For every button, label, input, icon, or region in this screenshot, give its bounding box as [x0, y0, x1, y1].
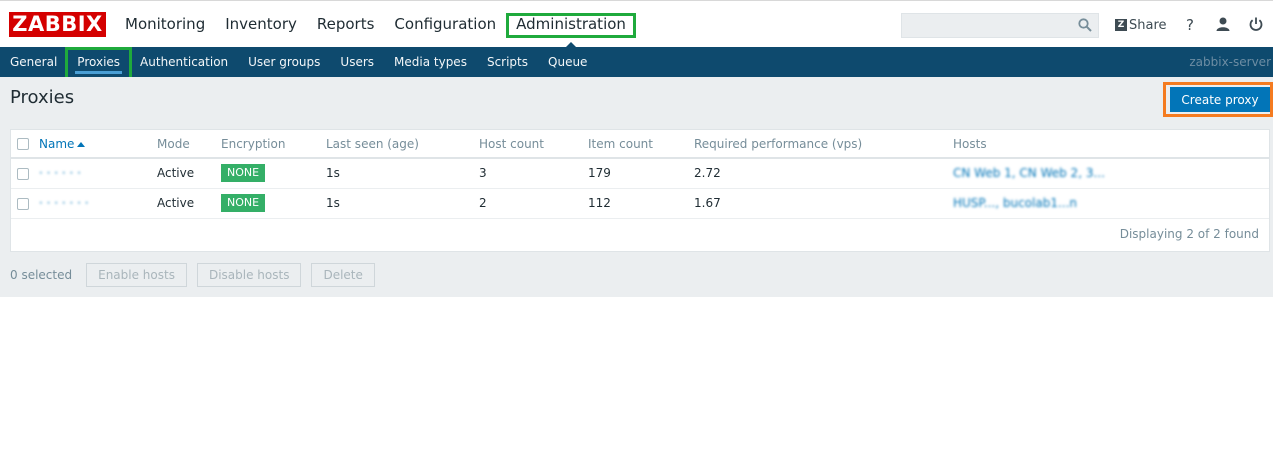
subnav-user-groups[interactable]: User groups — [238, 47, 330, 77]
delete-button[interactable]: Delete — [311, 263, 375, 287]
content-area: Proxies Create proxy Name Mode Encryptio… — [0, 77, 1273, 297]
main-nav-monitoring[interactable]: Monitoring — [115, 1, 215, 48]
create-proxy-button[interactable]: Create proxy — [1170, 87, 1270, 112]
table-header-row: Name Mode Encryption Last seen (age) Hos… — [11, 130, 1269, 159]
proxy-mode: Active — [157, 158, 221, 189]
table-row: · · · · · · Active NONE 1s 3 179 2.72 CN… — [11, 158, 1269, 189]
zabbix-page: ZABBIX Monitoring Inventory Reports Conf… — [0, 0, 1273, 460]
proxies-highlight-box — [65, 47, 133, 81]
column-header-last-seen: Last seen (age) — [326, 130, 479, 159]
table-row: · · · · · · · Active NONE 1s 2 112 1.67 … — [11, 188, 1269, 219]
subnav-general[interactable]: General — [0, 47, 67, 77]
user-icon[interactable] — [1215, 16, 1231, 34]
column-header-mode: Mode — [157, 130, 221, 159]
help-icon[interactable]: ? — [1182, 16, 1198, 34]
zabbix-logo[interactable]: ZABBIX — [9, 12, 106, 37]
main-nav: Monitoring Inventory Reports Configurati… — [115, 1, 636, 48]
row-checkbox[interactable] — [17, 167, 29, 180]
main-nav-configuration[interactable]: Configuration — [384, 1, 506, 48]
table-footer-count: Displaying 2 of 2 found — [1119, 227, 1259, 241]
share-label: Share — [1129, 17, 1167, 33]
selected-count: 0 selected — [10, 268, 73, 282]
proxies-table-container: Name Mode Encryption Last seen (age) Hos… — [10, 129, 1270, 252]
proxy-name-link[interactable]: · · · · · · — [39, 166, 81, 180]
search-icon[interactable] — [1078, 18, 1092, 32]
proxy-last-seen: 1s — [326, 188, 479, 219]
column-header-hosts: Hosts — [953, 130, 1269, 159]
subnav-authentication[interactable]: Authentication — [130, 47, 238, 77]
share-z-icon: Z — [1115, 19, 1127, 31]
proxy-host-count: 2 — [479, 188, 588, 219]
subnav-media-types[interactable]: Media types — [384, 47, 477, 77]
subnav-users[interactable]: Users — [330, 47, 384, 77]
proxy-required-performance: 2.72 — [694, 158, 953, 189]
column-header-encryption: Encryption — [221, 130, 326, 159]
subnav-proxies[interactable]: Proxies — [65, 47, 133, 81]
proxy-host-count: 3 — [479, 158, 588, 189]
select-all-checkbox[interactable] — [17, 138, 29, 150]
proxies-table: Name Mode Encryption Last seen (age) Hos… — [11, 130, 1269, 219]
proxy-mode: Active — [157, 188, 221, 219]
proxy-name-link[interactable]: · · · · · · · — [39, 196, 89, 210]
column-name-label[interactable]: Name — [39, 137, 74, 151]
mass-actions-bar: 0 selected Enable hosts Disable hosts De… — [0, 263, 385, 287]
encryption-badge[interactable]: NONE — [221, 194, 266, 212]
column-header-item-count: Item count — [588, 130, 694, 159]
column-header-required-performance: Required performance (vps) — [694, 130, 953, 159]
sort-asc-icon — [77, 141, 86, 147]
proxy-hosts-links[interactable]: HUSP..., bucolab1...n — [953, 196, 1077, 210]
proxy-required-performance: 1.67 — [694, 188, 953, 219]
page-title: Proxies — [10, 87, 75, 108]
proxy-item-count: 112 — [588, 188, 694, 219]
search-input[interactable] — [901, 13, 1099, 38]
enable-hosts-button[interactable]: Enable hosts — [86, 263, 187, 287]
row-checkbox[interactable] — [17, 197, 29, 210]
share-button[interactable]: Z Share — [1115, 17, 1167, 33]
column-header-name[interactable]: Name — [39, 130, 157, 159]
proxy-hosts-links[interactable]: CN Web 1, CN Web 2, 3... — [953, 166, 1105, 180]
power-icon[interactable] — [1248, 16, 1264, 34]
proxy-item-count: 179 — [588, 158, 694, 189]
top-header: ZABBIX Monitoring Inventory Reports Conf… — [0, 0, 1273, 48]
main-nav-inventory[interactable]: Inventory — [215, 1, 307, 48]
encryption-badge[interactable]: NONE — [221, 164, 266, 183]
main-nav-administration[interactable]: Administration — [506, 1, 636, 48]
sub-nav: General Proxies Authentication User grou… — [0, 47, 1273, 81]
administration-highlight-box — [506, 13, 636, 38]
proxies-active-underline — [75, 71, 123, 74]
disable-hosts-button[interactable]: Disable hosts — [196, 263, 302, 287]
subnav-scripts[interactable]: Scripts — [477, 47, 538, 77]
subnav-queue[interactable]: Queue — [538, 47, 597, 77]
main-nav-reports[interactable]: Reports — [307, 1, 385, 48]
proxy-last-seen: 1s — [326, 158, 479, 189]
column-header-host-count: Host count — [479, 130, 588, 159]
server-name: zabbix-server — [1189, 55, 1271, 69]
